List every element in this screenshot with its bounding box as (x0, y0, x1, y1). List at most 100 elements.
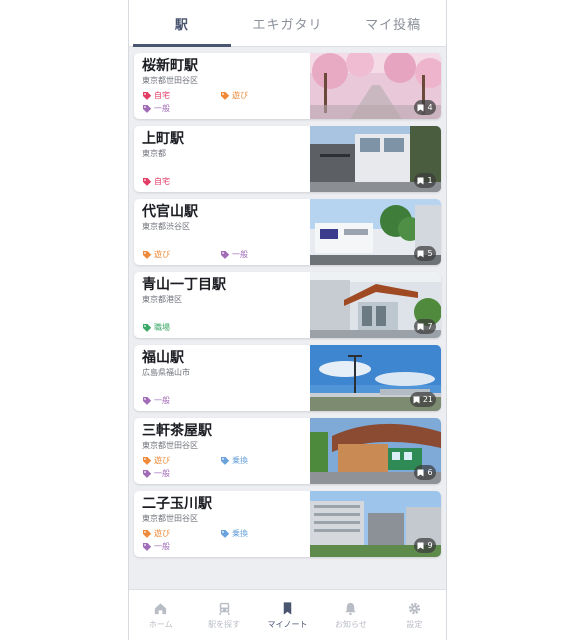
station-address: 東京都世田谷区 (142, 441, 198, 450)
tag-label: 遊び (154, 529, 170, 538)
bookmark-icon (417, 250, 424, 257)
bookmark-icon (417, 177, 424, 184)
home-icon (155, 602, 167, 614)
tag-list: 自宅 遊び一般 (142, 90, 307, 119)
nav-item-home[interactable]: ホーム (129, 590, 192, 640)
tag-label: 一般 (232, 250, 248, 259)
tag: 一般 (220, 249, 248, 260)
tag-list: 職場 (142, 309, 307, 338)
nav-label: ホーム (148, 619, 173, 629)
bookmark-count: 7 (427, 322, 433, 331)
tag-icon (221, 456, 230, 465)
tag: 一般 (142, 541, 170, 552)
tab-ekigatari[interactable]: エキガタリ (235, 0, 341, 46)
tag-label: 一般 (154, 469, 170, 478)
bookmark-icon (417, 323, 424, 330)
tag-list: 一般 (142, 382, 307, 411)
tag-icon (143, 323, 152, 332)
bookmark-count-badge: 9 (414, 538, 436, 553)
station-card[interactable]: 福山駅 広島県福山市 一般 21 (134, 345, 441, 411)
tag: 自宅 (142, 90, 170, 101)
top-tab-bar: 駅 エキガタリ マイ投稿 (129, 0, 446, 47)
bookmark-count-badge: 7 (414, 319, 436, 334)
tag: 遊び (142, 528, 170, 539)
tag: 遊び (220, 90, 248, 101)
tag-icon (143, 469, 152, 478)
tag-label: 一般 (154, 396, 170, 405)
station-info: 代官山駅東京都渋谷区遊び 一般 (142, 203, 307, 263)
tag-icon (143, 91, 152, 100)
tab-my-posts[interactable]: マイ投稿 (340, 0, 446, 46)
tag-label: 一般 (154, 104, 170, 113)
station-info: 青山一丁目駅東京都港区職場 (142, 276, 307, 336)
tag-label: 自宅 (154, 177, 170, 186)
station-name: 代官山駅 (142, 204, 198, 220)
nav-label: 駅を探す (208, 619, 241, 629)
tag-icon (143, 529, 152, 538)
tag-list: 遊び 一般 (142, 236, 307, 265)
station-name: 青山一丁目駅 (142, 277, 226, 293)
bottom-nav: ホーム 駅を探す マイノート お知らせ 設定 (129, 589, 446, 640)
station-photo[interactable]: 5 (310, 199, 441, 265)
nav-item-bell[interactable]: お知らせ (319, 590, 382, 640)
station-info: 桜新町駅東京都世田谷区自宅 遊び一般 (142, 57, 307, 117)
station-photo[interactable]: 4 (310, 53, 441, 119)
tag-icon (221, 529, 230, 538)
station-card[interactable]: 二子玉川駅東京都世田谷区遊び 乗換一般 9 (134, 491, 441, 557)
tag-label: 一般 (154, 542, 170, 551)
station-card[interactable]: 桜新町駅東京都世田谷区自宅 遊び一般 4 (134, 53, 441, 119)
tag-icon (143, 104, 152, 113)
station-name: 桜新町駅 (142, 58, 198, 74)
bookmark-count: 6 (427, 468, 433, 477)
station-card[interactable]: 青山一丁目駅東京都港区職場 7 (134, 272, 441, 338)
tag: 自宅 (142, 176, 170, 187)
bookmark-count-badge: 5 (414, 246, 436, 261)
tag: 乗換 (220, 528, 248, 539)
station-card[interactable]: 三軒茶屋駅 東京都世田谷区 遊び 乗換 一般 6 (134, 418, 441, 484)
station-photo[interactable]: 6 (310, 418, 441, 484)
station-photo[interactable]: 7 (310, 272, 441, 338)
station-photo[interactable]: 9 (310, 491, 441, 557)
bookmark-count: 4 (427, 103, 433, 112)
station-name: 二子玉川駅 (142, 496, 212, 512)
tab-station[interactable]: 駅 (129, 0, 235, 47)
tag-list: 遊び 乗換 一般 (142, 455, 307, 484)
station-name: 上町駅 (142, 131, 184, 147)
bookmark-icon (283, 601, 292, 615)
app-screen: 駅 エキガタリ マイ投稿 桜新町駅 東京都世田谷区 自宅 遊び 一般 4 上町駅 東京都 自宅 1… (128, 0, 447, 640)
station-photo[interactable]: 21 (310, 345, 441, 411)
station-info: 三軒茶屋駅 東京都世田谷区 遊び 乗換 一般 (142, 422, 307, 482)
station-photo[interactable]: 1 (310, 126, 441, 192)
tag-icon (221, 91, 230, 100)
station-address: 東京都港区 (142, 295, 182, 304)
nav-item-gear[interactable]: 設定 (383, 590, 446, 640)
tag: 遊び (142, 455, 170, 466)
station-info: 二子玉川駅東京都世田谷区遊び 乗換一般 (142, 495, 307, 555)
bookmark-count-badge: 21 (409, 392, 436, 407)
tag-label: 乗換 (232, 529, 248, 538)
nav-item-bookmark[interactable]: マイノート (256, 590, 319, 640)
station-address: 東京都渋谷区 (142, 222, 190, 231)
tag-label: 職場 (154, 323, 170, 332)
tag-icon (143, 177, 152, 186)
station-address: 東京都世田谷区 (142, 76, 198, 85)
station-card[interactable]: 代官山駅東京都渋谷区遊び 一般 5 (134, 199, 441, 265)
tag-icon (143, 456, 152, 465)
nav-item-train[interactable]: 駅を探す (192, 590, 255, 640)
tag-icon (221, 250, 230, 259)
tag: 一般 (142, 395, 170, 406)
bookmark-count: 21 (422, 395, 433, 404)
tag: 遊び (142, 249, 170, 260)
nav-label: お知らせ (335, 619, 367, 629)
tag-label: 遊び (232, 91, 248, 100)
bookmark-count-badge: 6 (414, 465, 436, 480)
station-address: 東京都世田谷区 (142, 514, 198, 523)
tag: 一般 (142, 468, 170, 479)
bookmark-icon (417, 542, 424, 549)
bookmark-count: 9 (427, 541, 433, 550)
tag-label: 自宅 (154, 91, 170, 100)
tag-label: 遊び (154, 250, 170, 259)
tag: 一般 (142, 103, 170, 114)
bookmark-count: 5 (427, 249, 433, 258)
station-card[interactable]: 上町駅 東京都 自宅 1 (134, 126, 441, 192)
